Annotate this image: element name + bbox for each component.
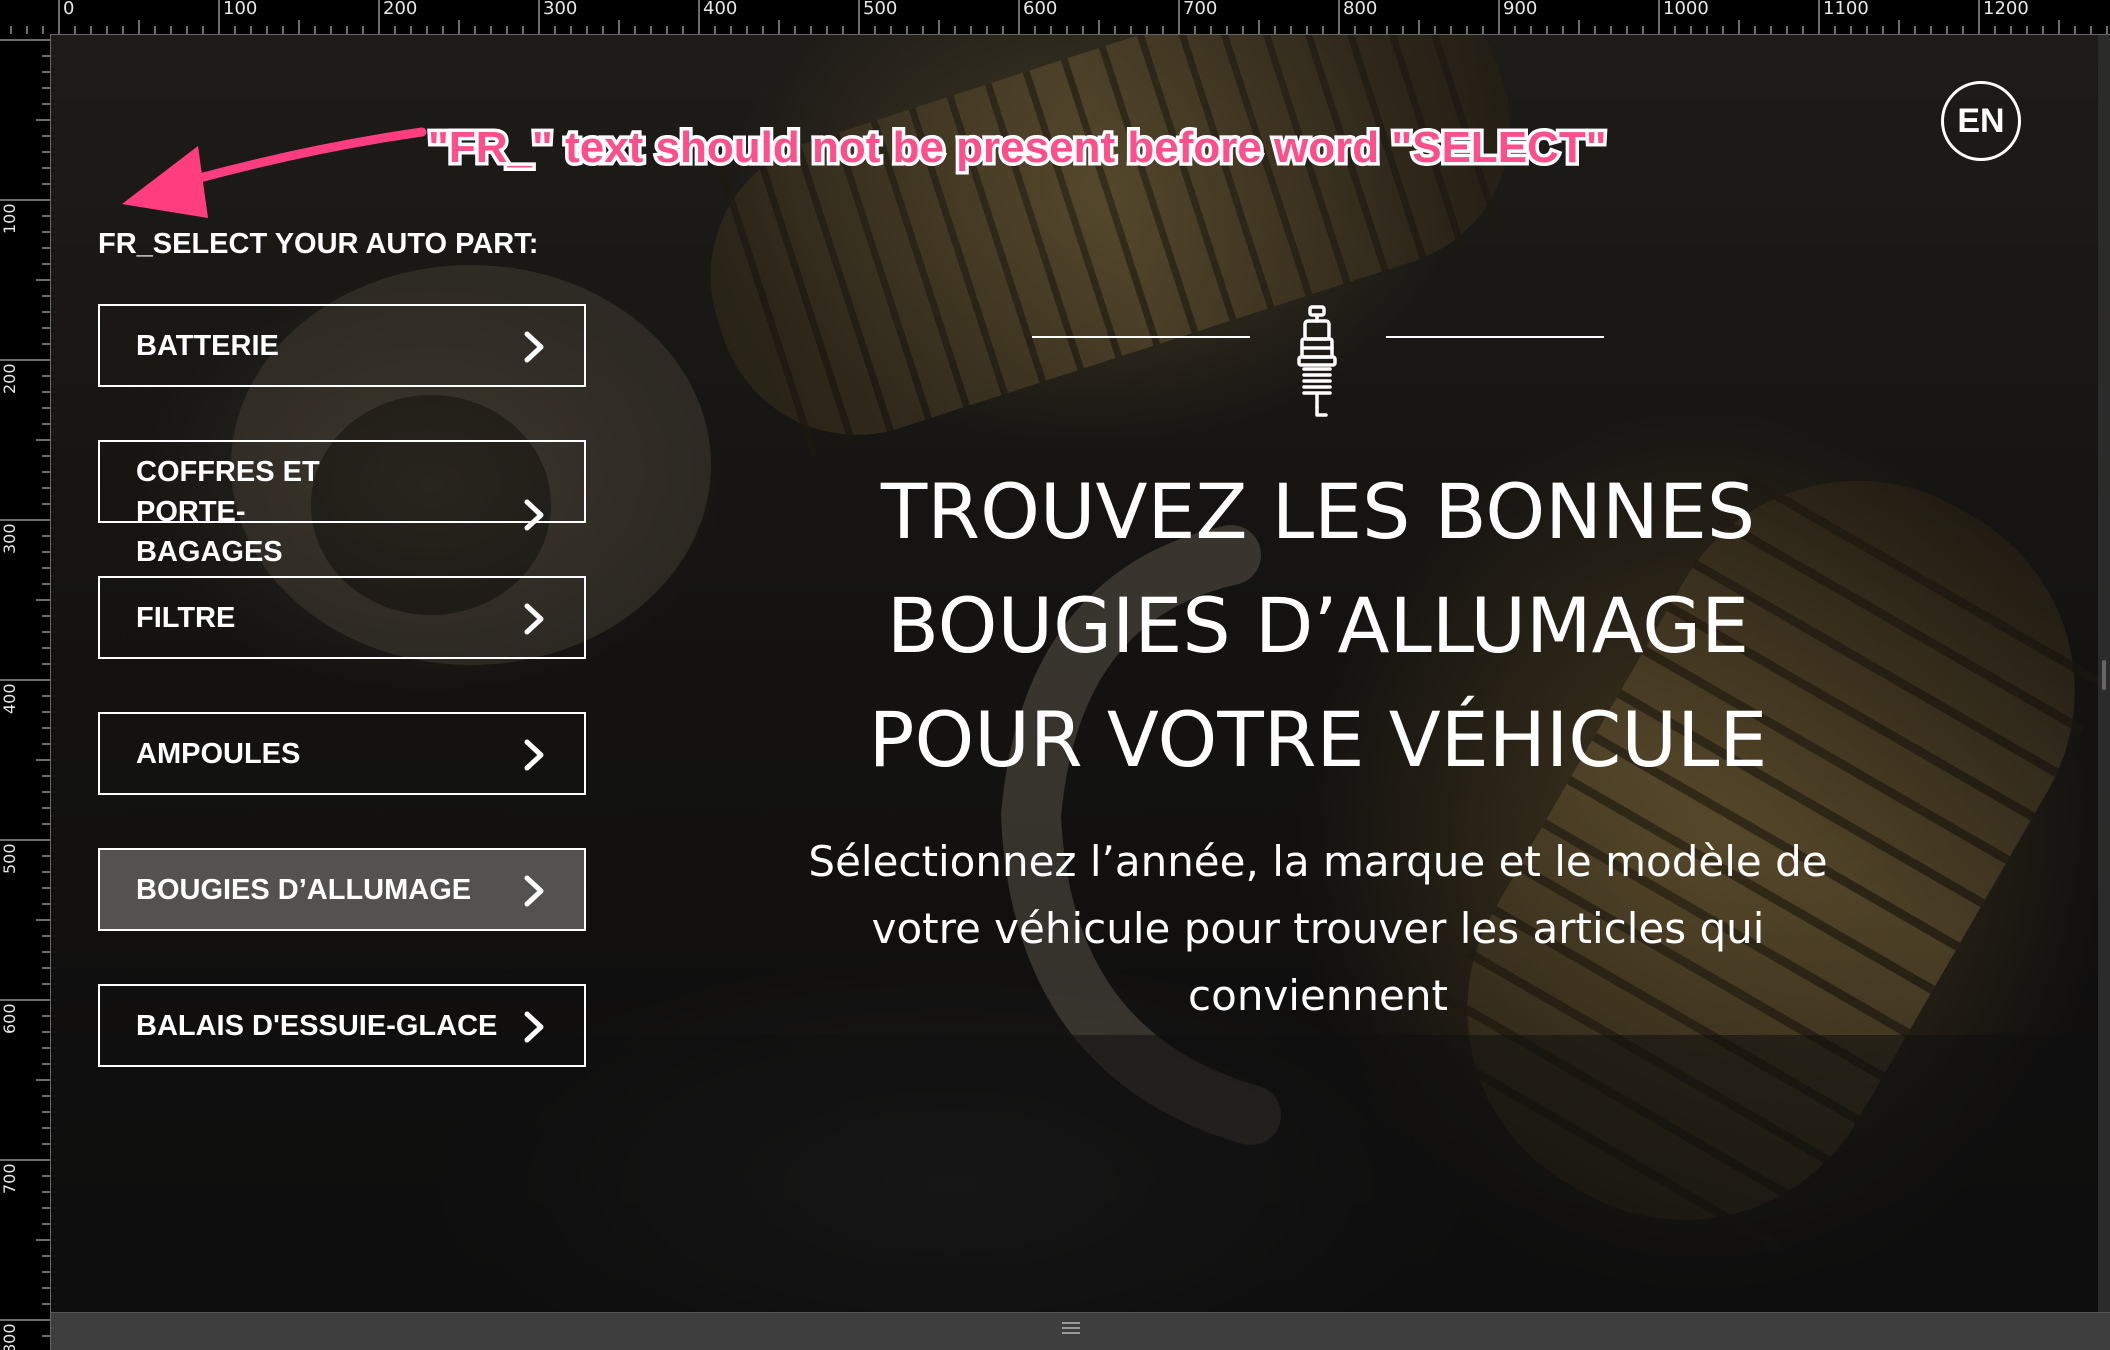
- ruler-top-label: 300: [543, 0, 578, 19]
- ruler-left-label: 200: [0, 363, 19, 394]
- canvas-bottom-resize-bar[interactable]: [51, 1312, 2110, 1350]
- part-button-label: BATTERIE: [136, 329, 279, 362]
- hero-divider-right: [1386, 336, 1604, 338]
- ruler-top-label: 600: [1023, 0, 1058, 19]
- ruler-top-label: 1000: [1663, 0, 1709, 19]
- part-button-label: AMPOULES: [136, 737, 301, 770]
- part-button-label: BALAIS D'ESSUIE-GLACE: [136, 1009, 498, 1042]
- hero-subtitle: Sélectionnez l’année, la marque et le mo…: [808, 828, 1828, 1029]
- part-button-ampoules[interactable]: AMPOULES: [98, 712, 586, 795]
- select-part-heading: FR_SELECT YOUR AUTO PART:: [98, 228, 539, 260]
- editor-stage: 0 100 200 300 400 500 600 700 800 900 1000 1100 1200…: [0, 0, 2110, 1350]
- hero-subtitle-line: Sélectionnez l’année, la marque et le mo…: [808, 837, 1828, 886]
- part-button-bougies-allumage[interactable]: BOUGIES D’ALLUMAGE: [98, 848, 586, 931]
- hero-divider-left: [1032, 336, 1250, 338]
- ruler-left-label: 400: [0, 683, 19, 714]
- ruler-top-label: 100: [223, 0, 258, 19]
- chevron-right-icon: [524, 331, 544, 363]
- part-button-coffres-porte-bagages[interactable]: COFFRES ET PORTE- BAGAGES: [98, 440, 586, 568]
- ruler-top-label: 900: [1503, 0, 1538, 19]
- ruler-left-label: 700: [0, 1163, 19, 1194]
- ruler-top-label: 200: [383, 0, 418, 19]
- part-button-filtre[interactable]: FILTRE: [98, 576, 586, 659]
- part-button-label-line2: BAGAGES: [136, 536, 283, 568]
- chevron-right-icon: [524, 1011, 544, 1043]
- ruler-left-label: 800: [0, 1323, 19, 1350]
- part-button-label: COFFRES ET PORTE- BAGAGES: [136, 452, 436, 572]
- chevron-right-icon: [524, 603, 544, 635]
- part-button-batterie[interactable]: BATTERIE: [98, 304, 586, 387]
- ruler-left-label: 300: [0, 523, 19, 554]
- annotation-arrow-icon: [122, 127, 427, 218]
- ruler-top-label: 500: [863, 0, 898, 19]
- annotation-note: "FR_" text should not be present before …: [425, 120, 1611, 176]
- ruler-top-label: 400: [703, 0, 738, 19]
- hero-title-line: POUR VOTRE VÉHICULE: [868, 695, 1768, 784]
- canvas-resize-handle[interactable]: [2102, 660, 2106, 690]
- ruler-left-label: 100: [0, 203, 19, 234]
- chevron-right-icon: [524, 739, 544, 771]
- part-button-label-line1: COFFRES ET PORTE-: [136, 456, 320, 528]
- ruler-top-label: 0: [63, 0, 75, 19]
- language-toggle-button[interactable]: EN: [1941, 81, 2021, 161]
- ruler-top-label: 1200: [1983, 0, 2029, 19]
- chevron-right-icon: [524, 499, 544, 531]
- part-button-label: BOUGIES D’ALLUMAGE: [136, 873, 472, 906]
- ruler-left-label: 600: [0, 1003, 19, 1034]
- ruler-top-label: 1100: [1823, 0, 1869, 19]
- ruler-left-label: 500: [0, 843, 19, 874]
- ruler-top-label: 800: [1343, 0, 1378, 19]
- resize-grip-icon[interactable]: [1062, 1322, 1080, 1336]
- part-button-label: FILTRE: [136, 601, 236, 634]
- hero-subtitle-line: votre véhicule pour trouver les articles…: [871, 904, 1765, 953]
- hero-title-line: BOUGIES D’ALLUMAGE: [886, 581, 1750, 670]
- hero-subtitle-line: conviennent: [1188, 971, 1448, 1020]
- part-button-balais-essuie-glace[interactable]: BALAIS D'ESSUIE-GLACE: [98, 984, 586, 1067]
- hero-title: TROUVEZ LES BONNES BOUGIES D’ALLUMAGE PO…: [818, 455, 1818, 797]
- spark-plug-icon: [1297, 305, 1337, 417]
- hero-title-line: TROUVEZ LES BONNES: [880, 467, 1756, 556]
- chevron-right-icon: [524, 875, 544, 907]
- ruler-top-label: 700: [1183, 0, 1218, 19]
